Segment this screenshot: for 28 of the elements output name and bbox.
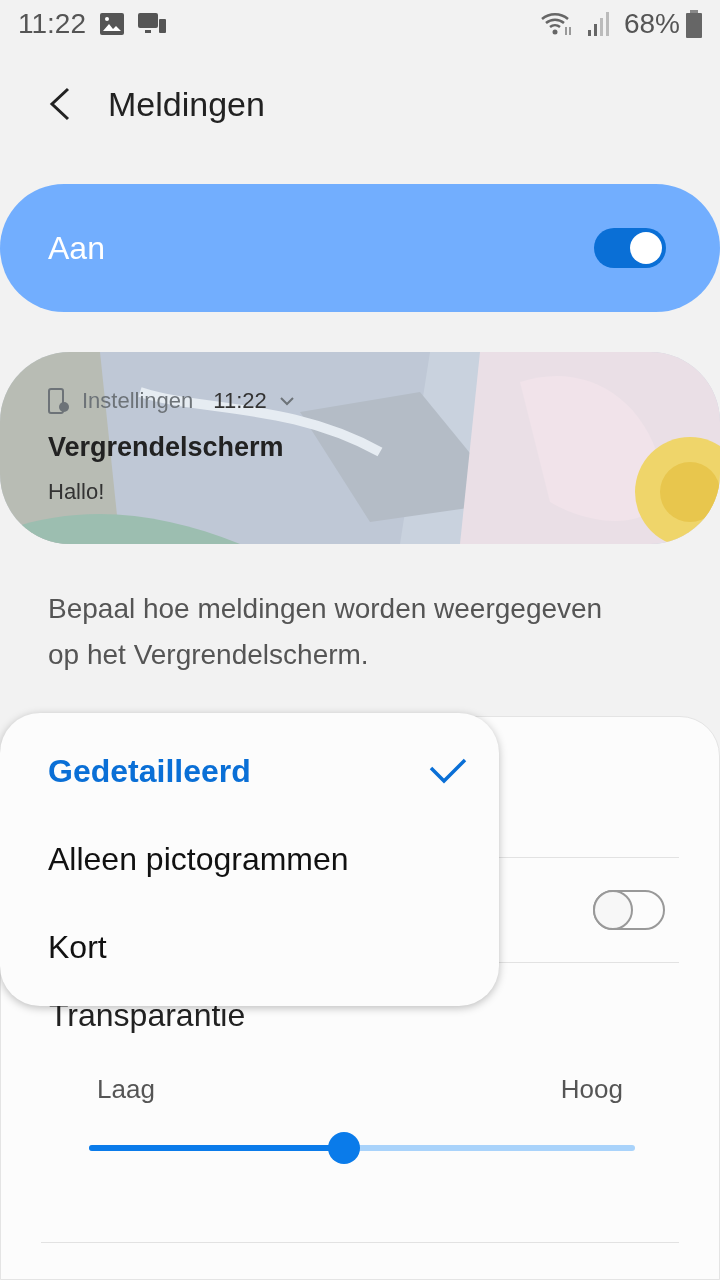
slider-max-label: Hoog	[560, 1074, 623, 1105]
image-icon	[100, 13, 124, 35]
slider-min-label: Laag	[97, 1074, 155, 1105]
app-name: Instellingen	[82, 388, 194, 414]
slider-track[interactable]	[89, 1145, 635, 1151]
notification-time: 11:22	[213, 388, 267, 414]
section-title: Transparantie	[49, 997, 247, 1034]
signal-icon	[587, 12, 610, 36]
menu-item[interactable]: Kort	[0, 903, 499, 992]
chevron-down-icon	[278, 396, 295, 406]
page-title: Meldingen	[108, 84, 265, 124]
notification-title: Vergrendelscherm	[48, 432, 285, 463]
status-time: 11:22	[18, 8, 86, 40]
back-icon[interactable]	[48, 87, 72, 121]
battery-percent: 68%	[623, 8, 680, 40]
notification-message: Hallo!	[48, 479, 106, 505]
monitor-icon	[138, 13, 166, 35]
wifi-icon	[539, 11, 574, 37]
settings-app-icon	[48, 388, 70, 414]
toggle-switch[interactable]	[594, 228, 666, 268]
menu-item[interactable]: Alleen pictogrammen	[0, 815, 499, 904]
battery-icon	[686, 10, 702, 38]
check-icon	[429, 758, 467, 785]
description-text: Bepaal hoe meldingen worden weergegeven op het Vergrendelscherm.	[48, 592, 604, 672]
slider-thumb[interactable]	[327, 1132, 360, 1164]
switch-label: Aan	[48, 229, 105, 267]
menu-item[interactable]: Gedetailleerd	[0, 727, 499, 816]
toggle-switch[interactable]	[593, 890, 665, 930]
